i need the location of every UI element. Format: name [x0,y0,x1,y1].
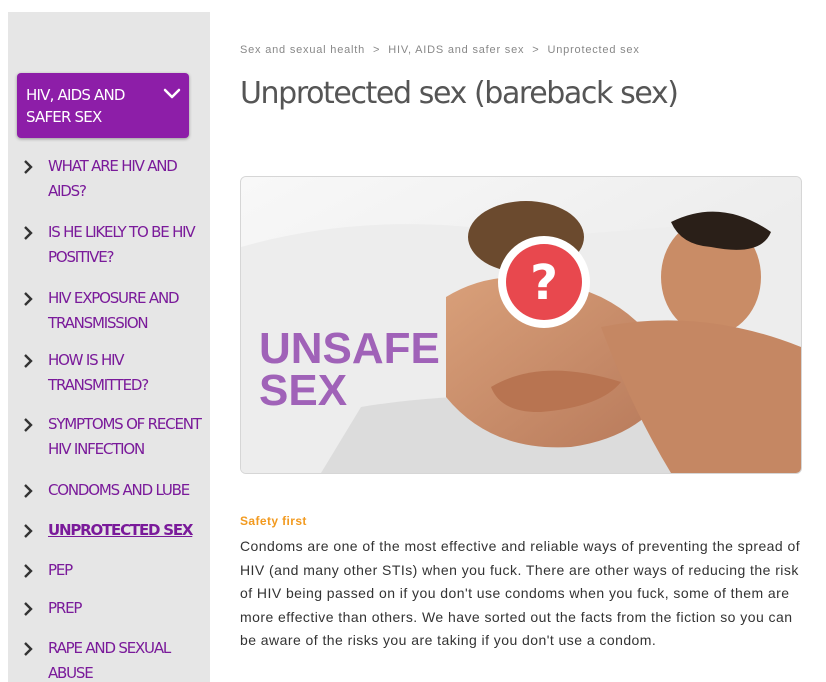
article-paragraph: Condoms are one of the most effective an… [240,538,801,648]
sidebar-item-label: IS HE LIKELY TO BE HIV POSITIVE? [48,223,196,266]
chevron-right-icon [24,160,33,174]
breadcrumb-separator: > [532,44,540,56]
sidebar: HIV, AIDS AND SAFER SEX WHAT ARE HIV AND… [8,12,210,682]
sidebar-item-condoms-and-lube[interactable]: CONDOMS AND LUBE [22,478,202,503]
breadcrumb-link-sex-sexual-health[interactable]: Sex and sexual health [240,44,365,56]
breadcrumb-current: Unprotected sex [547,44,640,56]
sidebar-item-what-are-hiv-and-aids[interactable]: WHAT ARE HIV AND AIDS? [22,154,202,204]
sidebar-item-label: RAPE AND SEXUAL ABUSE [48,639,171,682]
chevron-right-icon [24,642,33,656]
chevron-right-icon [24,602,33,616]
article-content: Safety first Condoms are one of the most… [240,514,810,653]
sidebar-item-label: WHAT ARE HIV AND AIDS? [48,157,178,200]
breadcrumb: Sex and sexual health > HIV, AIDS and safe… [240,44,640,56]
sidebar-item-unprotected-sex[interactable]: UNPROTECTED SEX [22,518,202,543]
breadcrumb-link-hiv-aids[interactable]: HIV, AIDS and safer sex [388,44,524,56]
hero-illustration: ? UNSAFE SEX [241,177,801,473]
sidebar-item-label: HOW IS HIV TRANSMITTED? [48,351,149,394]
chevron-down-icon [163,88,181,99]
sidebar-item-label: SYMPTOMS OF RECENT HIV INFECTION [48,415,202,458]
chevron-right-icon [24,354,33,368]
sidebar-item-label: PEP [48,561,73,579]
sidebar-item-rape-sexual-abuse[interactable]: RAPE AND SEXUAL ABUSE [22,636,202,682]
breadcrumb-separator: > [373,44,381,56]
section-header-label: HIV, AIDS AND SAFER SEX [26,86,125,126]
hero-overlay-line2: SEX [259,366,347,415]
sidebar-item-label: PREP [48,599,82,617]
section-header-hiv-aids[interactable]: HIV, AIDS AND SAFER SEX [17,73,189,138]
sidebar-item-hiv-exposure-transmission[interactable]: HIV EXPOSURE AND TRANSMISSION [22,286,202,336]
sidebar-item-label: HIV EXPOSURE AND TRANSMISSION [48,289,180,332]
chevron-right-icon [24,292,33,306]
section-heading: Safety first [240,514,307,528]
sidebar-item-prep[interactable]: PREP [22,596,202,621]
sidebar-item-how-is-hiv-transmitted[interactable]: HOW IS HIV TRANSMITTED? [22,348,202,398]
sidebar-item-is-he-likely-hiv-positive[interactable]: IS HE LIKELY TO BE HIV POSITIVE? [22,220,202,270]
chevron-right-icon [24,564,33,578]
chevron-right-icon [24,226,33,240]
hero-image: ? UNSAFE SEX [240,176,802,474]
question-badge-icon: ? [498,236,590,328]
badge-glyph: ? [530,255,558,311]
sidebar-item-label: CONDOMS AND LUBE [48,481,190,499]
sidebar-item-pep[interactable]: PEP [22,558,202,583]
chevron-right-icon [24,524,33,538]
page-title: Unprotected sex (bareback sex) [240,76,679,111]
chevron-right-icon [24,484,33,498]
sidebar-item-label: UNPROTECTED SEX [48,521,193,539]
sidebar-item-symptoms-recent-infection[interactable]: SYMPTOMS OF RECENT HIV INFECTION [22,412,202,462]
chevron-right-icon [24,418,33,432]
